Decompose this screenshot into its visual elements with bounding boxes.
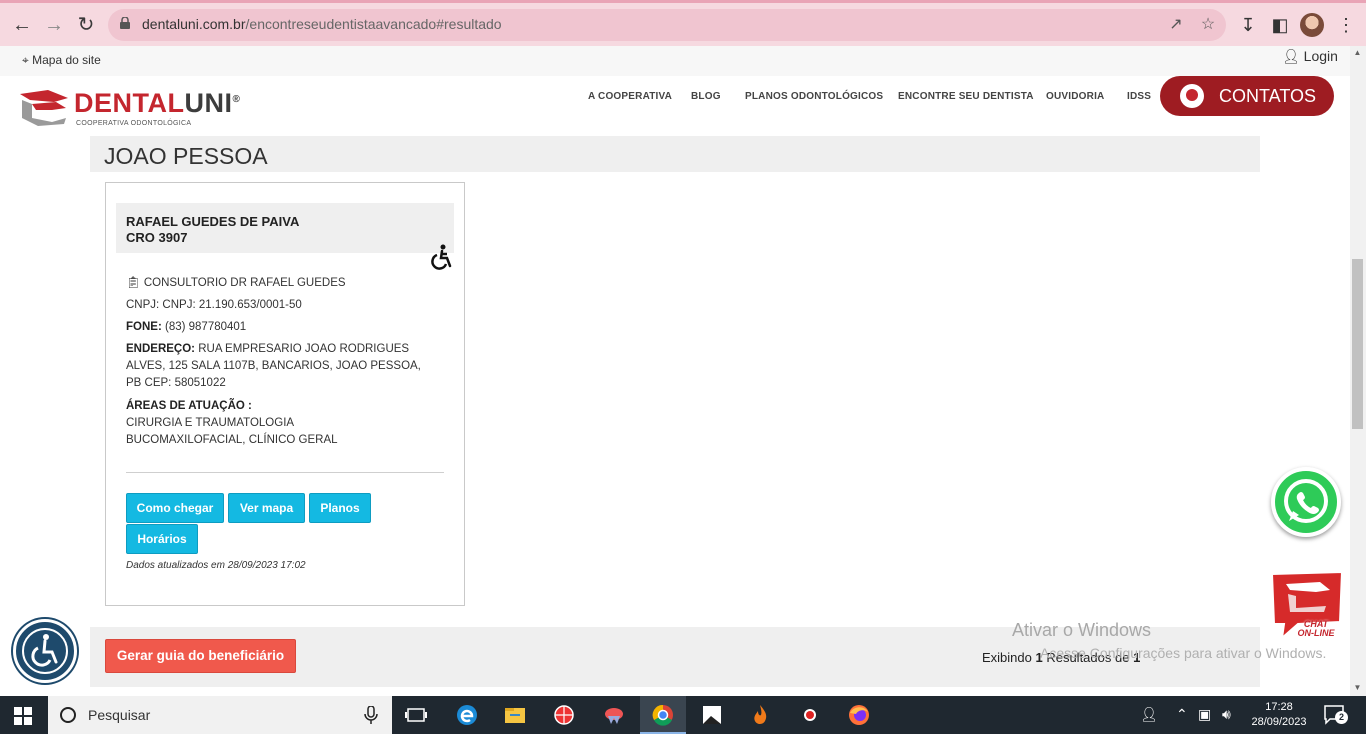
windows-watermark-subtitle: Acesse Configurações para ativar o Windo… <box>1040 645 1327 661</box>
task-view-icon[interactable] <box>405 704 427 726</box>
download-icon[interactable]: ↧ <box>1236 13 1260 37</box>
wheelchair-accessibility-icon <box>22 628 68 674</box>
volume-icon[interactable]: 🔊︎ <box>1222 706 1231 723</box>
clock-time: 17:28 <box>1265 701 1293 713</box>
chat-online-button[interactable]: CHAT ON-LINE <box>1268 570 1346 644</box>
contatos-label: CONTATOS <box>1219 86 1317 106</box>
search-circle-icon <box>60 707 76 723</box>
endereco-label: ENDEREÇO: <box>126 343 196 355</box>
como-chegar-button[interactable]: Como chegar <box>126 493 224 523</box>
headset-icon <box>1180 84 1204 108</box>
reload-icon[interactable]: ↻ <box>72 11 100 39</box>
user-icon: 👤︎ <box>1282 48 1300 64</box>
dentist-card-header: RAFAEL GUEDES DE PAIVA CRO 3907 <box>116 203 454 253</box>
chat-label-line2: ON-LINE <box>1297 628 1335 638</box>
sidepanel-icon[interactable]: ◧ <box>1268 13 1292 37</box>
whatsapp-button[interactable] <box>1271 467 1341 537</box>
url-text: dentaluni.com.br/encontreseudentistaavan… <box>142 16 502 32</box>
taskbar-clock[interactable]: 17:28 28/09/2023 <box>1248 700 1310 730</box>
updated-timestamp: Dados atualizados em 28/09/2023 17:02 <box>126 560 306 571</box>
contatos-button[interactable]: CONTATOS <box>1160 76 1334 116</box>
menu-kebab-icon[interactable]: ⋮ <box>1334 13 1358 37</box>
nav-blog[interactable]: BLOG <box>691 91 721 102</box>
scrollbar-thumb[interactable] <box>1352 259 1363 429</box>
edge-browser-icon[interactable] <box>456 704 478 726</box>
file-explorer-icon[interactable] <box>504 704 526 726</box>
city-title: JOAO PESSOA <box>104 143 268 169</box>
clinic-line: 📋︎ CONSULTORIO DR RAFAEL GUEDES <box>126 275 446 292</box>
fone-line: FONE: (83) 987780401 <box>126 319 446 336</box>
scroll-up-icon[interactable]: ▲ <box>1352 48 1363 58</box>
profile-avatar[interactable] <box>1300 13 1324 37</box>
app-tooth-icon[interactable] <box>603 704 625 726</box>
wheelchair-icon <box>431 244 452 270</box>
city-heading-bar: JOAO PESSOA <box>90 136 1260 172</box>
endereco-line: ENDEREÇO: RUA EMPRESARIO JOAO RODRIGUES … <box>126 341 438 392</box>
whatsapp-icon <box>1284 479 1328 523</box>
fone-value: (83) 987780401 <box>164 321 247 333</box>
nav-planos-odontologicos[interactable]: PLANOS ODONTOLÓGICOS <box>745 91 883 102</box>
dentist-name-block: RAFAEL GUEDES DE PAIVA CRO 3907 <box>126 214 299 246</box>
browser-toolbar: ← → ↻ dentaluni.com.br/encontreseudentis… <box>0 0 1366 46</box>
login-link[interactable]: 👤︎ Login <box>1282 48 1338 65</box>
scroll-down-icon[interactable]: ▼ <box>1352 683 1363 693</box>
lock-icon <box>120 17 130 29</box>
results-prefix: Exibindo <box>982 650 1036 665</box>
app-record-icon[interactable] <box>799 704 821 726</box>
windows-start-icon[interactable] <box>14 707 32 725</box>
nav-a-cooperativa[interactable]: A COOPERATIVA <box>588 91 672 102</box>
clock-date: 28/09/2023 <box>1251 716 1307 728</box>
chrome-browser-icon[interactable] <box>652 704 674 726</box>
fone-label: FONE: <box>126 321 162 333</box>
taskbar-search-box[interactable]: Pesquisar <box>48 696 392 734</box>
back-arrow-icon[interactable]: ← <box>8 11 36 39</box>
horarios-button[interactable]: Horários <box>126 524 198 554</box>
dentist-cro: CRO 3907 <box>126 230 188 245</box>
accessibility-button[interactable] <box>13 619 77 683</box>
nav-idss[interactable]: IDSS <box>1127 91 1151 102</box>
people-icon[interactable]: 👤︎ <box>1140 706 1158 723</box>
areas-label: ÁREAS DE ATUAÇÃO : <box>126 400 252 412</box>
logo-subtitle: COOPERATIVA ODONTOLÓGICA <box>76 120 192 127</box>
microphone-icon[interactable] <box>364 706 378 724</box>
sitemap-link[interactable]: ⌖ Mapa do site <box>22 53 101 68</box>
tray-chevron-icon[interactable]: ⌃ <box>1176 706 1188 723</box>
nav-ouvidoria[interactable]: OUVIDORIA <box>1046 91 1104 102</box>
firefox-icon[interactable] <box>848 704 870 726</box>
sitemap-label: Mapa do site <box>32 53 101 67</box>
forward-arrow-icon[interactable]: → <box>40 11 68 39</box>
star-icon[interactable]: ☆ <box>1198 15 1218 35</box>
dentist-card: RAFAEL GUEDES DE PAIVA CRO 3907 📋︎ CONSU… <box>105 182 465 606</box>
cnpj-line: CNPJ: CNPJ: 21.190.653/0001-50 <box>126 299 302 311</box>
login-label: Login <box>1303 48 1338 64</box>
share-icon[interactable]: ↗ <box>1166 15 1186 35</box>
areas-block: ÁREAS DE ATUAÇÃO : CIRURGIA E TRAUMATOLO… <box>126 398 446 449</box>
dentaluni-logo[interactable]: DENTALUNI® COOPERATIVA ODONTOLÓGICA <box>18 84 278 128</box>
dentist-name: RAFAEL GUEDES DE PAIVA <box>126 214 300 229</box>
address-bar[interactable]: dentaluni.com.br/encontreseudentistaavan… <box>108 9 1226 41</box>
logo-text: DENTALUNI® <box>74 88 241 118</box>
app-flame-icon[interactable] <box>749 704 771 726</box>
sticky-notes-icon[interactable] <box>701 704 723 726</box>
notification-center-icon[interactable]: 2 <box>1324 705 1348 725</box>
nav-encontre-seu-dentista[interactable]: ENCONTRE SEU DENTISTA <box>898 91 1034 102</box>
card-divider <box>126 472 444 473</box>
logo-mark-icon <box>20 90 68 126</box>
utility-bar: ⌖ Mapa do site 👤︎ Login <box>0 46 1350 76</box>
site-header: DENTALUNI® COOPERATIVA ODONTOLÓGICA A CO… <box>0 76 1350 136</box>
network-icon[interactable]: ▣ <box>1198 706 1211 723</box>
map-pin-icon: ⌖ <box>22 53 29 67</box>
chat-online-label: CHAT ON-LINE <box>1296 620 1336 638</box>
windows-watermark-title: Ativar o Windows <box>1012 620 1152 640</box>
clinic-name: CONSULTORIO DR RAFAEL GUEDES <box>143 277 346 289</box>
app-globe-icon[interactable] <box>553 704 575 726</box>
areas-value: CIRURGIA E TRAUMATOLOGIA BUCOMAXILOFACIA… <box>126 417 338 446</box>
windows-taskbar: Pesquisar 👤︎ ⌃ ▣ 🔊︎ 17:28 28/09/2023 2 <box>0 696 1366 734</box>
notification-count: 2 <box>1335 711 1348 724</box>
clipboard-icon: 📋︎ <box>126 277 141 289</box>
ver-mapa-button[interactable]: Ver mapa <box>228 493 305 523</box>
taskbar-search-placeholder: Pesquisar <box>88 707 151 723</box>
planos-button[interactable]: Planos <box>309 493 371 523</box>
gerar-guia-button[interactable]: Gerar guia do beneficiário <box>105 639 296 673</box>
